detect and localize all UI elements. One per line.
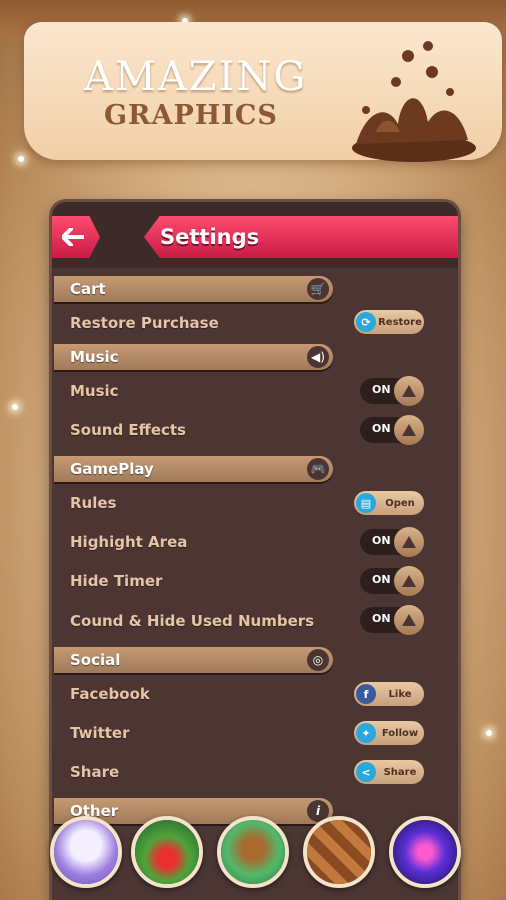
toggle-state: ON: [372, 612, 391, 625]
facebook-like-button[interactable]: f Like: [354, 682, 424, 706]
triangle-knob-icon: [394, 605, 424, 635]
share-label: Share: [70, 763, 120, 781]
twitter-icon: ✦: [356, 723, 376, 743]
back-arrow-icon: [62, 228, 84, 246]
settings-panel: Settings Cart 🛒 Restore Purchase ⟳ Resto…: [52, 202, 458, 900]
section-gameplay: GamePlay 🎮: [54, 456, 333, 482]
sound-effects-label: Sound Effects: [70, 421, 186, 439]
section-label: Music: [70, 348, 119, 366]
share-icon: <: [356, 762, 376, 782]
sparkle: [18, 156, 24, 162]
twitter-follow-button[interactable]: ✦ Follow: [354, 721, 424, 745]
triangle-knob-icon: [394, 415, 424, 445]
gamepad-icon: 🎮: [307, 458, 329, 480]
twitter-label: Twitter: [70, 724, 130, 742]
open-book-icon: ▤: [356, 493, 376, 513]
share-button-label: Share: [383, 766, 417, 778]
rules-label: Rules: [70, 494, 117, 512]
restore-button[interactable]: ⟳ Restore: [354, 310, 424, 334]
game-dock: [0, 812, 506, 900]
restore-button-label: Restore: [378, 316, 422, 328]
cart-icon: 🛒: [307, 278, 329, 300]
share-button[interactable]: < Share: [354, 760, 424, 784]
open-button-label: Open: [385, 497, 415, 509]
section-label: Social: [70, 651, 121, 669]
follow-button-label: Follow: [381, 727, 419, 739]
count-hide-numbers-toggle[interactable]: ON: [360, 605, 424, 635]
section-music: Music ◀): [54, 344, 333, 370]
facebook-label: Facebook: [70, 685, 150, 703]
section-label: Cart: [70, 280, 106, 298]
page-title: Settings: [160, 225, 260, 249]
chocolate-splash-icon: [352, 41, 476, 162]
settings-header: Settings: [52, 202, 458, 268]
speaker-icon: ◀): [307, 346, 329, 368]
facebook-icon: f: [356, 684, 376, 704]
highlight-area-label: Highight Area: [70, 533, 188, 551]
triangle-knob-icon: [394, 566, 424, 596]
section-cart: Cart 🛒: [54, 276, 333, 302]
toggle-state: ON: [372, 573, 391, 586]
like-button-label: Like: [388, 688, 412, 700]
globe-icon: ◎: [307, 649, 329, 671]
banner-subtitle: GRAPHICS: [104, 100, 278, 131]
triangle-knob-icon: [394, 527, 424, 557]
section-social: Social ◎: [54, 647, 333, 673]
adventure-game-icon[interactable]: [217, 816, 289, 888]
toggle-state: ON: [372, 534, 391, 547]
triangle-knob-icon: [394, 376, 424, 406]
toggle-state: ON: [372, 422, 391, 435]
music-toggle[interactable]: ON: [360, 376, 424, 406]
section-label: GamePlay: [70, 460, 154, 478]
count-hide-numbers-label: Cound & Hide Used Numbers: [70, 612, 315, 630]
hide-timer-label: Hide Timer: [70, 572, 163, 590]
banner-title: AMAZING: [84, 54, 308, 100]
sparkle: [12, 404, 18, 410]
toggle-state: ON: [372, 383, 391, 396]
back-button[interactable]: [52, 216, 100, 258]
sound-effects-toggle[interactable]: ON: [360, 415, 424, 445]
neon-game-icon[interactable]: [389, 816, 461, 888]
highlight-area-toggle[interactable]: ON: [360, 527, 424, 557]
restore-icon: ⟳: [356, 312, 376, 332]
board-game-icon[interactable]: [303, 816, 375, 888]
music-label: Music: [70, 382, 119, 400]
sparkle: [486, 730, 492, 736]
restore-purchase-label: Restore Purchase: [70, 314, 219, 332]
racing-game-icon[interactable]: [131, 816, 203, 888]
bunny-game-icon[interactable]: [50, 816, 122, 888]
hide-timer-toggle[interactable]: ON: [360, 566, 424, 596]
open-rules-button[interactable]: ▤ Open: [354, 491, 424, 515]
title-tab: Settings: [144, 216, 458, 258]
